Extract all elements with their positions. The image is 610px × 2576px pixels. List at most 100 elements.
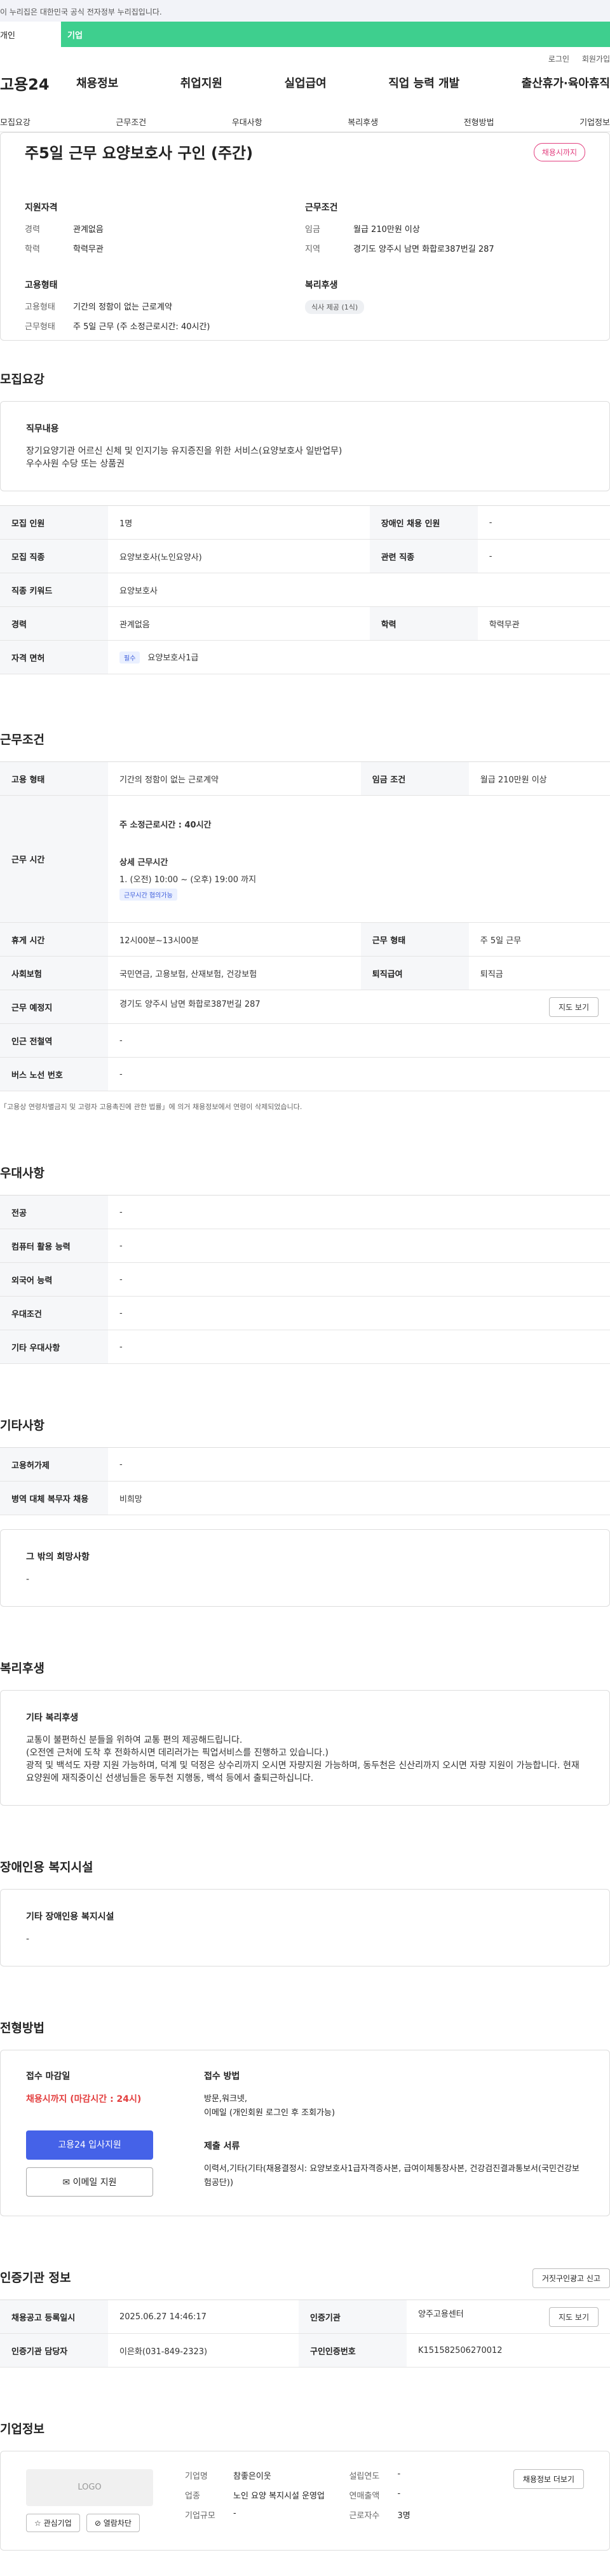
disability-title: 장애인용 복지시설 [0, 1860, 93, 1874]
row-value: K151582506270012 [406, 2333, 610, 2368]
row-label: 학력 [369, 606, 478, 641]
row-value: - [108, 1229, 610, 1263]
disability-section: 장애인용 복지시설 기타 장애인용 복지시설 - [0, 1858, 610, 1966]
row-label: 인증기관 담당자 [0, 2333, 108, 2368]
disability-box-title: 기타 장애인용 복지시설 [26, 1912, 114, 1922]
row-value: 퇴직금 [468, 956, 610, 990]
anchor-pref[interactable]: 우대사항 [232, 116, 262, 132]
process-box: 접수 마감일 채용시까지 (마감시간 : 24시) 고용24 입사지원 ✉ 이메… [0, 2050, 610, 2216]
row-label: 구인인증번호 [298, 2333, 407, 2368]
row-label: 근무 예정지 [0, 990, 108, 1024]
welfare-box-title: 기타 복리후생 [26, 1713, 79, 1723]
report-button[interactable]: 거짓구인광고 신고 [532, 2268, 610, 2288]
tab-personal[interactable]: 개인 [0, 22, 61, 47]
cert-map-button[interactable]: 지도 보기 [549, 2307, 599, 2327]
emp-heading: 고용형태 [25, 280, 58, 290]
company-value: - [233, 2509, 236, 2518]
email-apply-button[interactable]: ✉ 이메일 지원 [26, 2167, 153, 2197]
apply-button[interactable]: 고용24 입사지원 [26, 2130, 153, 2160]
time-detail: 1. (오전) 10:00 ~ (오후) 19:00 까지 [119, 875, 257, 885]
utility-bar: 로그인 회원가입 [0, 47, 610, 67]
row-value: 양주고용센터 [417, 2309, 464, 2319]
row-label: 전공 [0, 1195, 108, 1229]
welfare-section: 복리후생 기타 복리후생 교통이 불편하신 분들을 위하여 교통 편의 제공해드… [0, 1659, 610, 1806]
global-nav: 고용24 채용정보 취업지원 실업급여 직업 능력 개발 출산휴가·육아휴직 [0, 67, 610, 98]
row-value: 요양보호사(노인요양사) [108, 539, 370, 573]
row-label: 인증기관 [298, 2300, 407, 2334]
cond-label: 임금 [305, 225, 320, 235]
company-label: 근로자수 [349, 2511, 380, 2521]
row-label: 퇴직급여 [360, 956, 469, 990]
row-value: 12시00분~13시00분 [108, 922, 361, 957]
email-apply-label: 이메일 지원 [72, 2177, 117, 2188]
nav-employment-support[interactable]: 취업지원 [180, 74, 222, 91]
nav-jobs[interactable]: 채용정보 [76, 74, 118, 91]
place-value: 경기도 양주시 남면 화합로387번길 287 [119, 999, 261, 1009]
table-row: 직종 키워드 요양보호사 [0, 573, 610, 607]
row-label: 임금 조건 [360, 761, 469, 796]
company-value: - [397, 2489, 401, 2498]
row-value: 기간의 정함이 없는 근로계약 [108, 761, 361, 796]
row-label: 인근 전철역 [0, 1023, 108, 1058]
row-value: - [108, 1057, 610, 1091]
row-label: 채용공고 등록일시 [0, 2300, 108, 2334]
row-value: 학력무관 [477, 606, 610, 641]
other-title: 그 밖의 희망사항 [26, 1552, 90, 1562]
pref-title: 우대사항 [0, 1166, 44, 1180]
row-value: 2025.06.27 14:46:17 [108, 2300, 299, 2334]
nav-unemployment-benefit[interactable]: 실업급여 [285, 74, 327, 91]
signup-link[interactable]: 회원가입 [582, 55, 610, 64]
anchor-work[interactable]: 근무조건 [116, 116, 146, 132]
row-label: 휴게 시간 [0, 922, 108, 957]
nav-parental-leave[interactable]: 출산휴가·육아휴직 [522, 74, 610, 91]
qual-heading: 지원자격 [25, 203, 58, 213]
anchor-company[interactable]: 기업정보 [580, 116, 610, 132]
welfare-tag: 식사 제공 (1식) [305, 300, 365, 314]
login-link[interactable]: 로그인 [548, 55, 569, 64]
cert-title: 인증기관 정보 [0, 2271, 71, 2285]
row-value: - [108, 1330, 610, 1364]
duty-box: 직무내용 장기요양기관 어르신 신체 및 인지기능 유지증진을 위한 서비스(요… [0, 401, 610, 491]
table-row: 인증기관 담당자 이은화(031-849-2323) 구인인증번호 K15158250… [0, 2333, 610, 2368]
site-logo[interactable]: 고용24 [0, 72, 76, 94]
row-label: 버스 노선 번호 [0, 1057, 108, 1091]
map-button[interactable]: 지도 보기 [549, 997, 599, 1017]
footer-gap [0, 2551, 610, 2576]
row-label: 장애인 채용 인원 [369, 505, 478, 540]
block-company-button[interactable]: ⊘ 열람차단 [86, 2514, 140, 2532]
welfare-line: 광적 및 백석도 자량 지원 가능하며, 덕계 및 덕정은 상수리까지 오시면 … [26, 1761, 580, 1783]
company-logo: LOGO [26, 2469, 153, 2506]
job-title: 주5일 근무 요양보호사 구인 (주간) [25, 144, 254, 162]
company-label: 연매출액 [349, 2491, 380, 2501]
table-row: 근무 예정지 경기도 양주시 남면 화합로387번길 287 지도 보기 [0, 990, 610, 1024]
welfare-heading: 복리후생 [305, 280, 338, 290]
cert-section: 인증기관 정보 거짓구인광고 신고 채용공고 등록일시 2025.06.27 14… [0, 2268, 610, 2368]
company-label: 업종 [185, 2491, 200, 2501]
section-anchor-nav: 모집요강 근무조건 우대사항 복리후생 전형방법 기업정보 [0, 104, 610, 132]
duty-title: 직무내용 [26, 424, 59, 434]
table-row: 고용 형태 기간의 정함이 없는 근로계약 임금 조건 월급 210만원 이상 [0, 761, 610, 796]
more-jobs-button[interactable]: 채용정보 더보기 [513, 2469, 585, 2489]
table-row: 고용허가제 - [0, 1447, 610, 1482]
row-label: 관련 직종 [369, 539, 478, 573]
time-detail-title: 상세 근무시간 [119, 857, 168, 868]
row-label: 우대조건 [0, 1296, 108, 1330]
row-value: 월급 210만원 이상 [468, 761, 610, 796]
tab-company[interactable]: 기업 [61, 22, 610, 47]
table-row: 기타 우대사항 - [0, 1330, 610, 1364]
favorite-company-button[interactable]: ☆ 관심기업 [26, 2514, 80, 2532]
anchor-recruit[interactable]: 모집요강 [0, 116, 30, 132]
row-value: 주 5일 근무 [468, 922, 610, 957]
anchor-welfare[interactable]: 복리후생 [348, 116, 378, 132]
welfare-line: (오전엔 근처에 도착 후 전화하시면 데리러가는 픽업서비스를 진행하고 있습… [26, 1748, 329, 1758]
deadline-title: 접수 마감일 [26, 2071, 71, 2082]
other-value: - [26, 1574, 30, 1584]
row-label: 자격 면허 [0, 640, 108, 674]
cond-heading: 근무조건 [305, 203, 338, 213]
table-row: 경력 관계없음 학력 학력무관 [0, 606, 610, 641]
method-value: 방문,워크넷, 이메일 (개인회원 로그인 후 조회가능) [204, 2094, 336, 2118]
anchor-process[interactable]: 전형방법 [464, 116, 494, 132]
nav-vocational-training[interactable]: 직업 능력 개발 [388, 74, 459, 91]
cond-value: 경기도 양주시 남면 화합로387번길 287 [353, 245, 494, 254]
row-value: 요양보호사 [108, 573, 610, 607]
